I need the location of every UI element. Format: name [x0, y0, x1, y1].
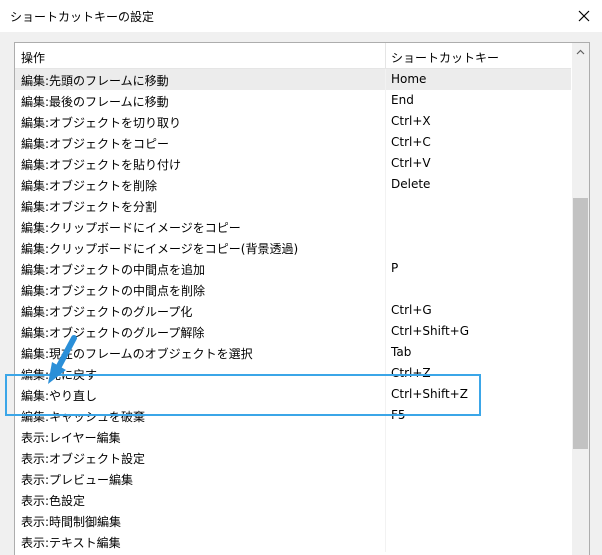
column-divider — [385, 426, 386, 447]
action-cell: 編集:オブジェクトを削除 — [21, 179, 158, 193]
window-title: ショートカットキーの設定 — [10, 10, 155, 24]
shortcut-cell: Ctrl+G — [391, 303, 432, 317]
column-divider — [385, 153, 386, 174]
table-row[interactable]: 編集:オブジェクトを貼り付け Ctrl+V — [15, 153, 571, 174]
vertical-scrollbar[interactable] — [572, 43, 589, 555]
table-row[interactable]: 編集:オブジェクトの中間点を削除 — [15, 279, 571, 300]
shortcut-cell: Ctrl+X — [391, 114, 431, 128]
action-cell: 表示:テキスト編集 — [21, 536, 121, 550]
shortcut-cell: Ctrl+C — [391, 135, 431, 149]
table-row[interactable]: 表示:プレビュー編集 — [15, 468, 571, 489]
column-divider — [385, 90, 386, 111]
column-divider — [385, 321, 386, 342]
column-divider — [385, 510, 386, 531]
table-row[interactable]: 編集:クリップボードにイメージをコピー — [15, 216, 571, 237]
pointer-arrow-icon — [48, 335, 77, 384]
table-row[interactable]: 表示:オブジェクト設定 — [15, 447, 571, 468]
shortcut-cell: Delete — [391, 177, 431, 191]
column-divider — [385, 195, 386, 216]
shortcut-cell: P — [391, 261, 399, 275]
column-divider — [385, 111, 386, 132]
action-cell: 編集:オブジェクトの中間点を削除 — [21, 284, 206, 298]
shortcut-cell: Ctrl+Shift+G — [391, 324, 470, 338]
list-header: 操作 ショートカットキー — [15, 43, 571, 69]
table-row[interactable]: 表示:レイヤー編集 — [15, 426, 571, 447]
action-cell: 表示:プレビュー編集 — [21, 473, 134, 487]
action-cell: 表示:色設定 — [21, 494, 86, 508]
table-row[interactable]: 表示:テキスト編集 — [15, 531, 571, 552]
chevron-up-icon — [576, 49, 585, 54]
action-cell: 編集:オブジェクトをコピー — [21, 137, 170, 151]
column-divider — [385, 69, 386, 90]
table-row[interactable]: 編集:オブジェクトを削除 Delete — [15, 174, 571, 195]
shortcut-cell: Ctrl+V — [391, 156, 431, 170]
column-divider — [385, 216, 386, 237]
column-divider — [385, 489, 386, 510]
title-bar: ショートカットキーの設定 — [0, 0, 602, 32]
column-divider — [385, 258, 386, 279]
action-cell: 表示:オブジェクト設定 — [21, 452, 146, 466]
shortcut-cell: Tab — [391, 345, 412, 359]
scroll-thumb[interactable] — [573, 198, 588, 449]
column-divider — [385, 300, 386, 321]
close-button[interactable] — [566, 0, 602, 32]
table-row[interactable]: 編集:オブジェクトのグループ化 Ctrl+G — [15, 300, 571, 321]
column-divider — [385, 531, 386, 552]
header-action[interactable]: 操作 — [21, 49, 45, 66]
list-rows: 編集:先頭のフレームに移動 Home 編集:最後のフレームに移動 End 編集:オブジェ… — [15, 69, 571, 552]
table-row[interactable]: 編集:オブジェクトを切り取り Ctrl+X — [15, 111, 571, 132]
column-divider — [385, 468, 386, 489]
table-row[interactable]: 表示:時間制御編集 — [15, 510, 571, 531]
action-cell: 表示:レイヤー編集 — [21, 431, 121, 445]
scroll-up-button[interactable] — [572, 43, 589, 60]
column-divider — [385, 342, 386, 363]
action-cell: 編集:オブジェクトを貼り付け — [21, 158, 182, 172]
action-cell: 編集:クリップボードにイメージをコピー — [21, 221, 241, 235]
table-row[interactable]: 編集:クリップボードにイメージをコピー(背景透過) — [15, 237, 571, 258]
table-row[interactable]: 表示:色設定 — [15, 489, 571, 510]
action-cell: 編集:最後のフレームに移動 — [21, 95, 169, 109]
action-cell: 表示:時間制御編集 — [21, 515, 122, 529]
action-cell: 編集:オブジェクトを切り取り — [21, 116, 182, 130]
table-row[interactable]: 編集:最後のフレームに移動 End — [15, 90, 571, 111]
column-divider — [385, 174, 386, 195]
header-shortcut[interactable]: ショートカットキー — [391, 49, 499, 66]
column-divider — [385, 447, 386, 468]
action-cell: 編集:オブジェクトのグループ化 — [21, 305, 193, 319]
action-cell: 編集:先頭のフレームに移動 — [21, 74, 169, 88]
column-divider — [385, 132, 386, 153]
shortcut-cell: Home — [391, 72, 427, 86]
shortcut-cell: End — [391, 93, 414, 107]
table-row[interactable]: 編集:オブジェクトをコピー Ctrl+C — [15, 132, 571, 153]
column-divider — [385, 279, 386, 300]
action-cell: 編集:オブジェクトを分割 — [21, 200, 158, 214]
column-divider — [385, 237, 386, 258]
table-row[interactable]: 編集:オブジェクトを分割 — [15, 195, 571, 216]
close-icon — [578, 10, 590, 22]
table-row[interactable]: 編集:先頭のフレームに移動 Home — [15, 69, 571, 90]
header-divider[interactable] — [385, 43, 386, 68]
action-cell: 編集:オブジェクトの中間点を追加 — [21, 263, 206, 277]
shortcut-list[interactable]: 操作 ショートカットキー 編集:先頭のフレームに移動 Home 編集:最後のフレーム… — [14, 42, 590, 555]
action-cell: 編集:クリップボードにイメージをコピー(背景透過) — [21, 242, 299, 256]
table-row[interactable]: 編集:オブジェクトの中間点を追加 P — [15, 258, 571, 279]
